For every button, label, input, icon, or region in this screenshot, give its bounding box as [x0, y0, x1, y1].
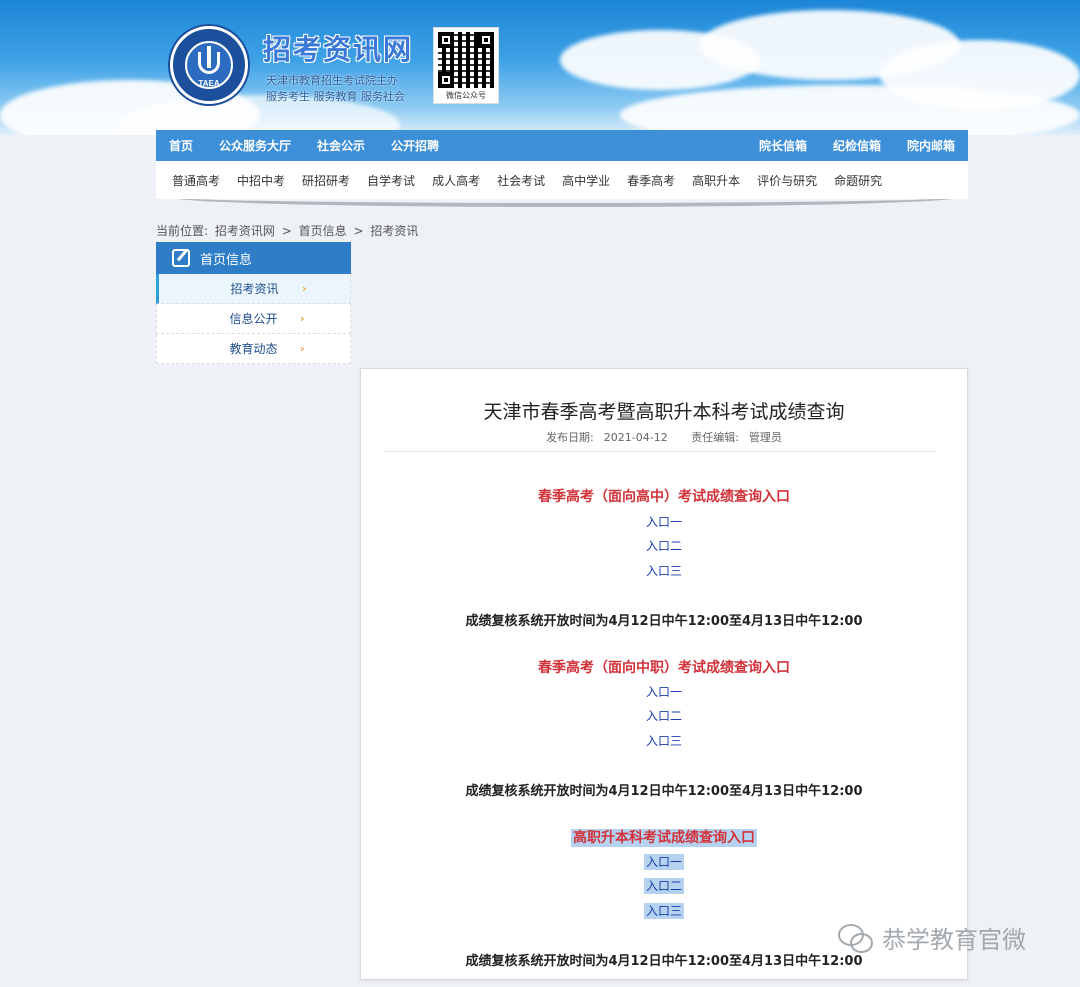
site-logo[interactable]: TAEA: [170, 26, 248, 104]
nav-public-service-hall[interactable]: 公众服务大厅: [219, 137, 291, 154]
breadcrumb-separator: >: [353, 224, 364, 238]
watermark: 恭学教育官微: [838, 920, 1026, 955]
article-meta: 发布日期: 2021-04-12 责任编辑: 管理员: [361, 429, 967, 445]
breadcrumb-separator: >: [281, 224, 292, 238]
breadcrumb: 当前位置: 招考资讯网 > 首页信息 > 招考资讯: [156, 222, 421, 239]
sidebar-item-education-news[interactable]: 教育动态 ›: [156, 334, 351, 364]
section-title-wrapper: 高职升本科考试成绩查询入口: [361, 827, 967, 847]
publish-date: 2021-04-12: [603, 431, 668, 444]
sidebar-title: 首页信息: [200, 252, 253, 268]
title-divider: [385, 451, 935, 452]
editor-label: 责任编辑:: [691, 431, 739, 444]
subnav-item[interactable]: 研招研考: [302, 172, 350, 189]
entry-link[interactable]: 入口二: [361, 537, 967, 554]
wechat-qr-code: 微信公众号: [433, 27, 499, 104]
sidebar-item-label: 教育动态: [229, 342, 278, 356]
breadcrumb-item[interactable]: 招考资讯: [370, 224, 418, 238]
subnav-item[interactable]: 命题研究: [834, 172, 882, 189]
sidebar-item-label: 招考资讯: [230, 282, 279, 296]
article-card: 天津市春季高考暨高职升本科考试成绩查询 发布日期: 2021-04-12 责任编辑…: [360, 368, 968, 980]
date-label: 发布日期:: [546, 431, 594, 444]
main-nav-bar: 首页 公众服务大厅 社会公示 公开招聘 院长信箱 纪检信箱 院内邮箱: [156, 130, 968, 161]
breadcrumb-item[interactable]: 首页信息: [299, 224, 347, 238]
sidebar: 首页信息 招考资讯 › 信息公开 › 教育动态 ›: [156, 242, 351, 364]
nav-public-notice[interactable]: 社会公示: [317, 137, 365, 154]
chevron-right-icon: ›: [300, 342, 305, 355]
subnav-item[interactable]: 春季高考: [627, 172, 675, 189]
chevron-right-icon: ›: [300, 312, 305, 325]
qr-code-icon: [438, 32, 494, 88]
breadcrumb-prefix: 当前位置:: [156, 224, 209, 238]
nav-home[interactable]: 首页: [169, 137, 193, 154]
nav-president-mailbox[interactable]: 院长信箱: [759, 137, 807, 154]
wechat-icon: [838, 923, 873, 953]
entry-link[interactable]: 入口二: [361, 707, 967, 724]
site-header: TAEA 招考资讯网 天津市教育招生考试院主办 服务考生 服务教育 服务社会 微…: [0, 0, 1080, 135]
nav-discipline-mailbox[interactable]: 纪检信箱: [833, 137, 881, 154]
subnav-item[interactable]: 社会考试: [497, 172, 545, 189]
section-title: 高职升本科考试成绩查询入口: [571, 829, 757, 847]
subnav-item[interactable]: 成人高考: [432, 172, 480, 189]
navigation: 首页 公众服务大厅 社会公示 公开招聘 院长信箱 纪检信箱 院内邮箱 普通高考 …: [156, 130, 968, 210]
subnav-item[interactable]: 中招中考: [237, 172, 285, 189]
review-notice: 成绩复核系统开放时间为4月12日中午12:00至4月13日中午12:00: [465, 614, 863, 629]
nav-internal-mail[interactable]: 院内邮箱: [907, 137, 955, 154]
section-title: 春季高考（面向中职）考试成绩查询入口: [538, 660, 790, 676]
site-title[interactable]: 招考资讯网: [263, 28, 413, 68]
sidebar-header: 首页信息: [156, 242, 351, 274]
article-title: 天津市春季高考暨高职升本科考试成绩查询: [483, 401, 845, 423]
subnav-item[interactable]: 评价与研究: [757, 172, 817, 189]
subnav-item[interactable]: 自学考试: [367, 172, 415, 189]
sub-nav-bar: 普通高考 中招中考 研招研考 自学考试 成人高考 社会考试 高中学业 春季高考 …: [156, 161, 968, 199]
subnav-item[interactable]: 高职升本: [692, 172, 740, 189]
entry-link[interactable]: 入口三: [643, 903, 684, 919]
edit-icon: [172, 249, 190, 267]
site-slogan-line1: 天津市教育招生考试院主办: [266, 74, 398, 87]
breadcrumb-item[interactable]: 招考资讯网: [215, 224, 275, 238]
site-slogan-line2: 服务考生 服务教育 服务社会: [266, 90, 405, 103]
sidebar-item-news[interactable]: 招考资讯 ›: [156, 274, 351, 304]
sidebar-item-info-disclosure[interactable]: 信息公开 ›: [156, 304, 351, 334]
entry-link[interactable]: 入口三: [361, 562, 967, 579]
subnav-item[interactable]: 高中学业: [562, 172, 610, 189]
editor-name: 管理员: [748, 431, 782, 444]
entry-link-wrapper: 入口三: [361, 902, 967, 919]
sidebar-item-label: 信息公开: [229, 312, 278, 326]
entry-link[interactable]: 入口一: [643, 854, 684, 870]
entry-link-wrapper: 入口一: [361, 853, 967, 870]
review-notice: 成绩复核系统开放时间为4月12日中午12:00至4月13日中午12:00: [465, 784, 863, 799]
section-title: 春季高考（面向高中）考试成绩查询入口: [538, 489, 790, 505]
entry-link[interactable]: 入口一: [361, 513, 967, 530]
entry-link[interactable]: 入口三: [361, 732, 967, 749]
nav-recruitment[interactable]: 公开招聘: [391, 137, 439, 154]
entry-link-wrapper: 入口二: [361, 877, 967, 894]
entry-link[interactable]: 入口一: [361, 683, 967, 700]
subnav-item[interactable]: 普通高考: [172, 172, 220, 189]
entry-link[interactable]: 入口二: [643, 878, 684, 894]
chevron-right-icon: ›: [302, 282, 307, 295]
watermark-text: 恭学教育官微: [882, 926, 1026, 954]
logo-text: TAEA: [198, 79, 220, 88]
qr-caption: 微信公众号: [446, 91, 486, 100]
